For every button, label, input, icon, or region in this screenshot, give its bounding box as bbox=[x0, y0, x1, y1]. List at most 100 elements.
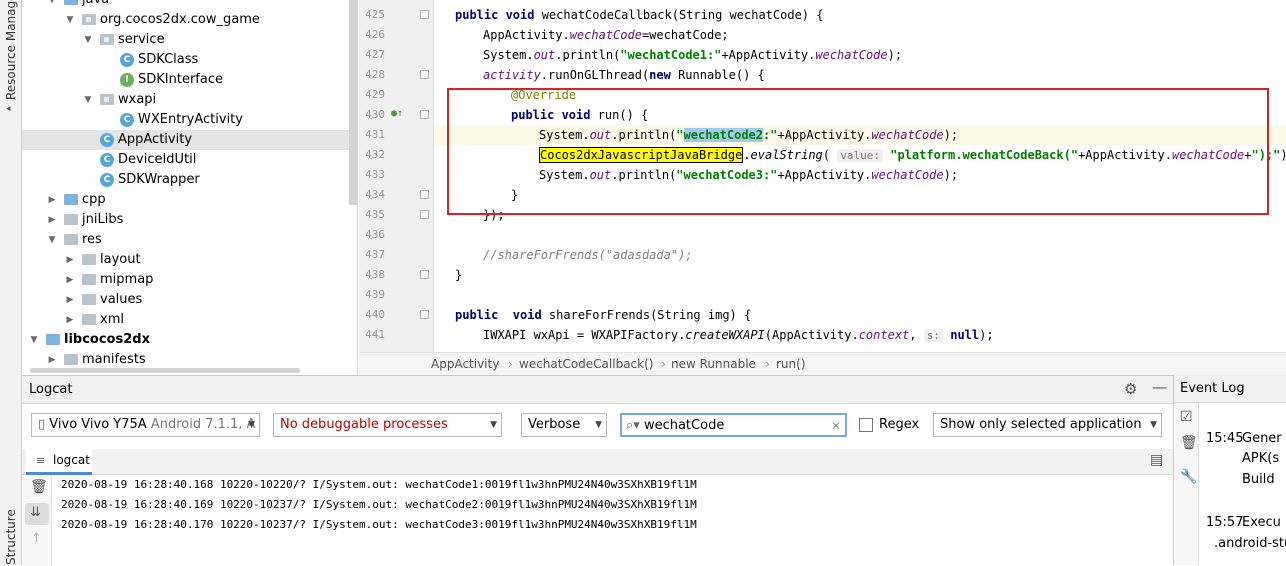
log-level-select[interactable]: Verbose ▼ bbox=[521, 413, 607, 437]
tab-logcat[interactable]: ≡ logcat bbox=[26, 449, 92, 475]
clear-icon[interactable]: ✕ bbox=[831, 415, 841, 435]
breadcrumb-separator-icon: › bbox=[765, 357, 770, 371]
tree-item[interactable]: I SDKInterface bbox=[22, 70, 357, 90]
expand-down-icon[interactable]: ▼ bbox=[28, 330, 40, 350]
tree-item[interactable]: ▼ res bbox=[22, 230, 357, 250]
breadcrumb-item-class[interactable]: AppActivity bbox=[431, 353, 499, 375]
fold-marker-icon[interactable] bbox=[420, 10, 429, 19]
tree-item[interactable]: ▶ mipmap bbox=[22, 270, 357, 290]
tree-item[interactable]: ▶ cpp bbox=[22, 190, 357, 210]
log-line[interactable]: 2020-08-19 16:28:40.170 10220-10237/? I/… bbox=[61, 515, 697, 535]
code-line-427[interactable]: System.out.println("wechatCode1:"+AppAct… bbox=[483, 45, 902, 65]
fold-marker-icon[interactable] bbox=[420, 310, 429, 319]
tree-item[interactable]: ▼ libcocos2dx bbox=[22, 330, 357, 350]
log-line[interactable]: 2020-08-19 16:28:40.169 10220-10237/? I/… bbox=[61, 495, 697, 515]
event-log-panel: Event Log ☑ 🗑 🔧 15:45 Gener APK(s Build … bbox=[1173, 375, 1286, 565]
device-name: Vivo Vivo Y75A bbox=[49, 417, 147, 432]
trash-icon[interactable]: 🗑 bbox=[1180, 435, 1198, 451]
tree-item-label: mipmap bbox=[100, 272, 154, 287]
logcat-header: Logcat ⚙ — bbox=[22, 376, 1173, 404]
search-input[interactable]: ⌕▾ wechatCode ✕ bbox=[620, 413, 847, 437]
event-log-toolbar: ☑ 🗑 🔧 bbox=[1174, 403, 1199, 565]
chevron-down-icon: ▼ bbox=[595, 420, 602, 430]
code-line-438[interactable]: } bbox=[455, 265, 462, 285]
tree-item[interactable]: C DeviceIdUtil bbox=[22, 150, 357, 170]
breadcrumb-separator-icon: › bbox=[508, 357, 513, 371]
tree-item[interactable]: C SDKClass bbox=[22, 50, 357, 70]
fold-marker-icon[interactable] bbox=[420, 70, 429, 79]
log-level-value: Verbose bbox=[528, 417, 581, 432]
fold-marker-icon[interactable] bbox=[420, 110, 429, 119]
tree-item[interactable]: C WXEntryActivity bbox=[22, 110, 357, 130]
trash-icon[interactable]: 🗑 bbox=[30, 479, 48, 495]
process-select[interactable]: No debuggable processes ▼ bbox=[273, 413, 502, 437]
code-line-428[interactable]: activity.runOnGLThread(new Runnable() { bbox=[483, 65, 765, 85]
expand-down-icon[interactable]: ▼ bbox=[82, 30, 94, 50]
tree-item[interactable]: ▼ org.cocos2dx.cow_game bbox=[22, 10, 357, 30]
breadcrumb-item-run[interactable]: run() bbox=[776, 353, 806, 375]
expand-right-icon[interactable]: ▶ bbox=[64, 290, 76, 310]
layout-icon[interactable]: ▤ bbox=[1150, 452, 1163, 468]
folder-icon bbox=[82, 294, 96, 305]
expand-right-icon[interactable]: ▶ bbox=[64, 310, 76, 330]
tree-item-label: cpp bbox=[82, 192, 106, 207]
event-text: .android-stu bbox=[1214, 536, 1286, 551]
expand-right-icon[interactable]: ▶ bbox=[46, 350, 58, 370]
logcat-tabs: ≡ logcat ▤ bbox=[22, 449, 1173, 475]
filter-select[interactable]: Show only selected application ▼ bbox=[933, 413, 1162, 437]
minimize-icon[interactable]: — bbox=[1152, 378, 1167, 396]
code-line-440[interactable]: public void shareForFrends(String img) { bbox=[455, 305, 751, 325]
regex-label: Regex bbox=[879, 417, 920, 432]
device-select[interactable]: ▯ Vivo Vivo Y75A Android 7.1.1, A ▼ bbox=[31, 413, 260, 437]
tree-item[interactable]: ▶ manifests bbox=[22, 350, 357, 370]
regex-checkbox[interactable] bbox=[859, 418, 873, 432]
gear-icon[interactable]: ⚙ bbox=[1124, 380, 1137, 398]
tree-item[interactable]: ▶ xml bbox=[22, 310, 357, 330]
expand-down-icon[interactable]: ▼ bbox=[46, 0, 58, 10]
fold-marker-icon[interactable] bbox=[420, 190, 429, 199]
tree-item[interactable]: ▼ java bbox=[22, 0, 357, 10]
scroll-to-end-button[interactable]: ⇊ bbox=[25, 503, 49, 525]
log-line[interactable]: 2020-08-19 16:28:40.168 10220-10220/? I/… bbox=[61, 475, 697, 495]
expand-right-icon[interactable]: ▶ bbox=[46, 210, 58, 230]
expand-down-icon[interactable]: ▼ bbox=[46, 230, 58, 250]
chevron-icon: ◂ bbox=[6, 104, 11, 114]
breadcrumb-item-method[interactable]: wechatCodeCallback() bbox=[519, 353, 653, 375]
annotation-highlight-box bbox=[447, 88, 1269, 215]
mark-read-icon[interactable]: ☑ bbox=[1180, 409, 1193, 425]
expand-down-icon[interactable]: ▼ bbox=[64, 10, 76, 30]
fold-marker-icon[interactable] bbox=[420, 210, 429, 219]
tree-item[interactable]: C AppActivity bbox=[22, 130, 357, 150]
line-number: 440 bbox=[365, 308, 385, 321]
wrench-icon[interactable]: 🔧 bbox=[1180, 469, 1197, 485]
resource-manager-tab[interactable]: Resource Manager bbox=[4, 0, 18, 100]
expand-right-icon[interactable]: ▶ bbox=[64, 250, 76, 270]
code-line-437[interactable]: //shareForFrends("adasdada"); bbox=[483, 245, 693, 265]
tree-item[interactable]: ▼ wxapi bbox=[22, 90, 357, 110]
tree-item[interactable]: C SDKWrapper bbox=[22, 170, 357, 190]
override-marker-icon[interactable]: ●↑ bbox=[391, 108, 403, 119]
interface-icon: I bbox=[120, 73, 134, 87]
tree-item[interactable]: ▶ jniLibs bbox=[22, 210, 357, 230]
fold-marker-icon[interactable] bbox=[420, 270, 429, 279]
up-arrow-icon[interactable]: ↑ bbox=[31, 531, 42, 546]
code-line-425[interactable]: public void wechatCodeCallback(String we… bbox=[455, 5, 823, 25]
chevron-down-icon: ▼ bbox=[248, 420, 255, 430]
code-line-426[interactable]: AppActivity.wechatCode=wechatCode; bbox=[483, 25, 729, 45]
folder-icon bbox=[64, 214, 78, 225]
tree-item[interactable]: ▶ layout bbox=[22, 250, 357, 270]
package-icon bbox=[82, 14, 96, 25]
vertical-scrollbar[interactable] bbox=[349, 0, 357, 205]
horizontal-scrollbar[interactable] bbox=[30, 368, 300, 373]
tree-item[interactable]: ▶ values bbox=[22, 290, 357, 310]
class-icon: C bbox=[100, 133, 114, 147]
device-detail: Android 7.1.1, A bbox=[150, 417, 256, 432]
tree-item-label: AppActivity bbox=[118, 132, 193, 147]
expand-down-icon[interactable]: ▼ bbox=[82, 90, 94, 110]
code-line-441[interactable]: IWXAPI wxApi = WXAPIFactory.createWXAPI(… bbox=[483, 325, 994, 345]
expand-right-icon[interactable]: ▶ bbox=[46, 190, 58, 210]
expand-right-icon[interactable]: ▶ bbox=[64, 270, 76, 290]
breadcrumb-item-runnable[interactable]: new Runnable bbox=[671, 353, 756, 375]
tree-item[interactable]: ▼ service bbox=[22, 30, 357, 50]
structure-tab[interactable]: Structure bbox=[4, 509, 18, 565]
